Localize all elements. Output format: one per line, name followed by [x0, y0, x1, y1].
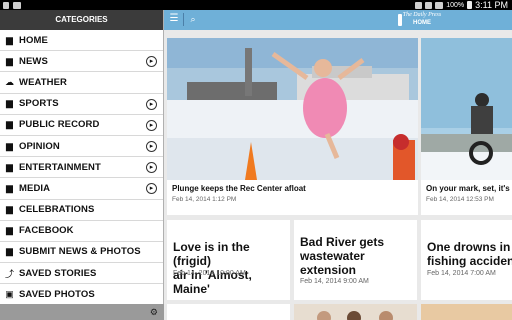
drawer-title: CATEGORIES	[0, 10, 163, 30]
story-date: Feb 14, 2014 1:12 PM	[172, 196, 237, 203]
story-card-peek-photo[interactable]	[294, 304, 417, 320]
sidebar-item-label: FACEBOOK	[19, 225, 74, 237]
sidebar-item-news[interactable]: ▆ NEWS ▸	[0, 51, 163, 73]
sidebar-item-label: CELEBRATIONS	[19, 204, 95, 216]
story-date: Feb 14, 2014 9:00 AM	[300, 278, 369, 285]
chevron-right-icon[interactable]: ▸	[146, 119, 157, 131]
chevron-right-icon[interactable]: ▸	[146, 140, 157, 152]
newspaper-icon: ▆	[6, 119, 13, 130]
lighthouse-icon	[398, 14, 402, 26]
headline-line: One drowns in ic	[427, 240, 512, 254]
story-photo-mark	[421, 38, 512, 180]
logo-text: The Daily Press	[402, 12, 442, 18]
category-drawer: CATEGORIES ▆ HOME ▆ NEWS ▸ ☁ WEATHER ▆ SPORTS ▸ ▆ P…	[0, 10, 164, 320]
cloud-icon: ☁	[5, 76, 14, 87]
wifi-icon	[435, 1, 444, 9]
headline-line: fishing accident	[427, 254, 512, 268]
category-list: ▆ HOME ▆ NEWS ▸ ☁ WEATHER ▆ SPORTS ▸ ▆ PUBLIC RECOR…	[0, 30, 163, 306]
headline-line: Love is in the (frigid)	[173, 240, 250, 268]
newspaper-icon: ▆	[6, 225, 13, 236]
headline-line: Bad River gets	[300, 235, 385, 249]
sidebar-item-submit-news-photos[interactable]: ▆ SUBMIT NEWS & PHOTOS	[0, 242, 163, 264]
sidebar-item-opinion[interactable]: ▆ OPINION ▸	[0, 136, 163, 158]
headline-line: extension	[300, 263, 357, 277]
sidebar-item-label: SAVED PHOTOS	[19, 288, 95, 300]
sidebar-item-saved-stories[interactable]: ⤴ SAVED STORIES	[0, 263, 163, 285]
story-card-bad-river[interactable]: Bad River gets wastewater extension Feb …	[294, 220, 417, 300]
story-card-mark[interactable]: On your mark, set, it's a c Feb 14, 2014…	[421, 38, 512, 215]
app-logo[interactable]: The Daily Press HOME	[394, 11, 450, 29]
newspaper-icon: ▆	[6, 161, 13, 172]
newspaper-icon: ▆	[6, 140, 13, 151]
story-date: Feb 14, 2014 10:00 AM	[173, 270, 246, 277]
newspaper-icon: ▆	[6, 182, 13, 193]
sidebar-item-label: WEATHER	[19, 76, 68, 88]
main-feed: ☰ ⌕ The Daily Press HOME Plunge keeps th…	[164, 10, 512, 320]
story-caption: On your mark, set, it's a c	[426, 184, 512, 193]
sidebar-item-entertainment[interactable]: ▆ ENTERTAINMENT ▸	[0, 157, 163, 179]
story-headline: Bad River gets wastewater extension	[300, 235, 384, 277]
no-sim-icon	[425, 1, 433, 9]
menu-icon[interactable]: ☰	[167, 12, 181, 26]
story-photo-peek	[294, 304, 417, 320]
toolbar-divider	[183, 13, 184, 26]
section-title: HOME	[413, 20, 431, 26]
story-card-love[interactable]: Love is in the (frigid) air in 'Almost, …	[167, 220, 290, 300]
usb-icon	[3, 1, 9, 9]
story-headline: Love is in the (frigid) air in 'Almost, …	[173, 240, 290, 296]
camera-icon: ▣	[5, 288, 14, 299]
sidebar-item-media[interactable]: ▆ MEDIA ▸	[0, 178, 163, 200]
sidebar-item-label: SPORTS	[19, 98, 59, 110]
search-icon[interactable]: ⌕	[186, 12, 200, 26]
battery-percent: 100%	[446, 1, 465, 9]
newspaper-icon: ▆	[6, 34, 13, 45]
sidebar-item-label: OPINION	[19, 140, 60, 152]
sidebar-item-saved-photos[interactable]: ▣ SAVED PHOTOS	[0, 284, 163, 306]
chevron-right-icon[interactable]: ▸	[146, 183, 157, 195]
top-bar: ☰ ⌕ The Daily Press HOME	[164, 10, 512, 30]
sidebar-item-celebrations[interactable]: ▆ CELEBRATIONS	[0, 200, 163, 221]
sidebar-item-label: ENTERTAINMENT	[19, 161, 101, 173]
settings-gear-icon[interactable]: ⚙	[150, 307, 158, 318]
headline-line: wastewater	[300, 249, 365, 263]
story-card-drowns[interactable]: One drowns in ic fishing accident Feb 14…	[421, 220, 512, 300]
newspaper-icon: ▆	[6, 246, 13, 257]
story-card-plunge[interactable]: Plunge keeps the Rec Center afloat Feb 1…	[167, 38, 418, 215]
newspaper-icon: ▆	[6, 55, 13, 66]
mute-icon	[415, 1, 423, 9]
story-headline: One drowns in ic fishing accident	[427, 240, 512, 268]
chevron-right-icon[interactable]: ▸	[146, 98, 157, 110]
sidebar-item-label: SAVED STORIES	[19, 267, 97, 279]
image-icon	[13, 1, 21, 9]
clock: 3:11 PM	[475, 0, 508, 10]
story-date: Feb 14, 2014 7:00 AM	[427, 270, 496, 277]
story-photo-plunge	[167, 38, 418, 180]
drawer-footer: ⚙	[0, 304, 164, 320]
status-bar: 100% 3:11 PM	[0, 0, 512, 10]
story-caption: Plunge keeps the Rec Center afloat	[172, 184, 306, 193]
story-card-peek-photo-2[interactable]	[421, 304, 512, 320]
saved-icon: ⤴	[5, 268, 15, 279]
sidebar-item-label: NEWS	[19, 55, 48, 67]
sidebar-item-facebook[interactable]: ▆ FACEBOOK	[0, 221, 163, 242]
chevron-right-icon[interactable]: ▸	[146, 56, 157, 68]
newspaper-icon: ▆	[6, 98, 13, 109]
story-date: Feb 14, 2014 12:53 PM	[426, 196, 494, 203]
sidebar-item-sports[interactable]: ▆ SPORTS ▸	[0, 94, 163, 115]
story-card-peek[interactable]	[167, 304, 290, 320]
sidebar-item-label: PUBLIC RECORD	[19, 119, 100, 131]
sidebar-item-home[interactable]: ▆ HOME	[0, 30, 163, 52]
newspaper-icon: ▆	[6, 204, 13, 215]
sidebar-item-public-record[interactable]: ▆ PUBLIC RECORD ▸	[0, 115, 163, 136]
chevron-right-icon[interactable]: ▸	[146, 162, 157, 174]
sidebar-item-label: MEDIA	[19, 182, 51, 194]
battery-icon	[467, 1, 473, 9]
sidebar-item-label: HOME	[19, 34, 48, 46]
sidebar-item-label: SUBMIT NEWS & PHOTOS	[19, 246, 141, 258]
sidebar-item-weather[interactable]: ☁ WEATHER	[0, 72, 163, 94]
